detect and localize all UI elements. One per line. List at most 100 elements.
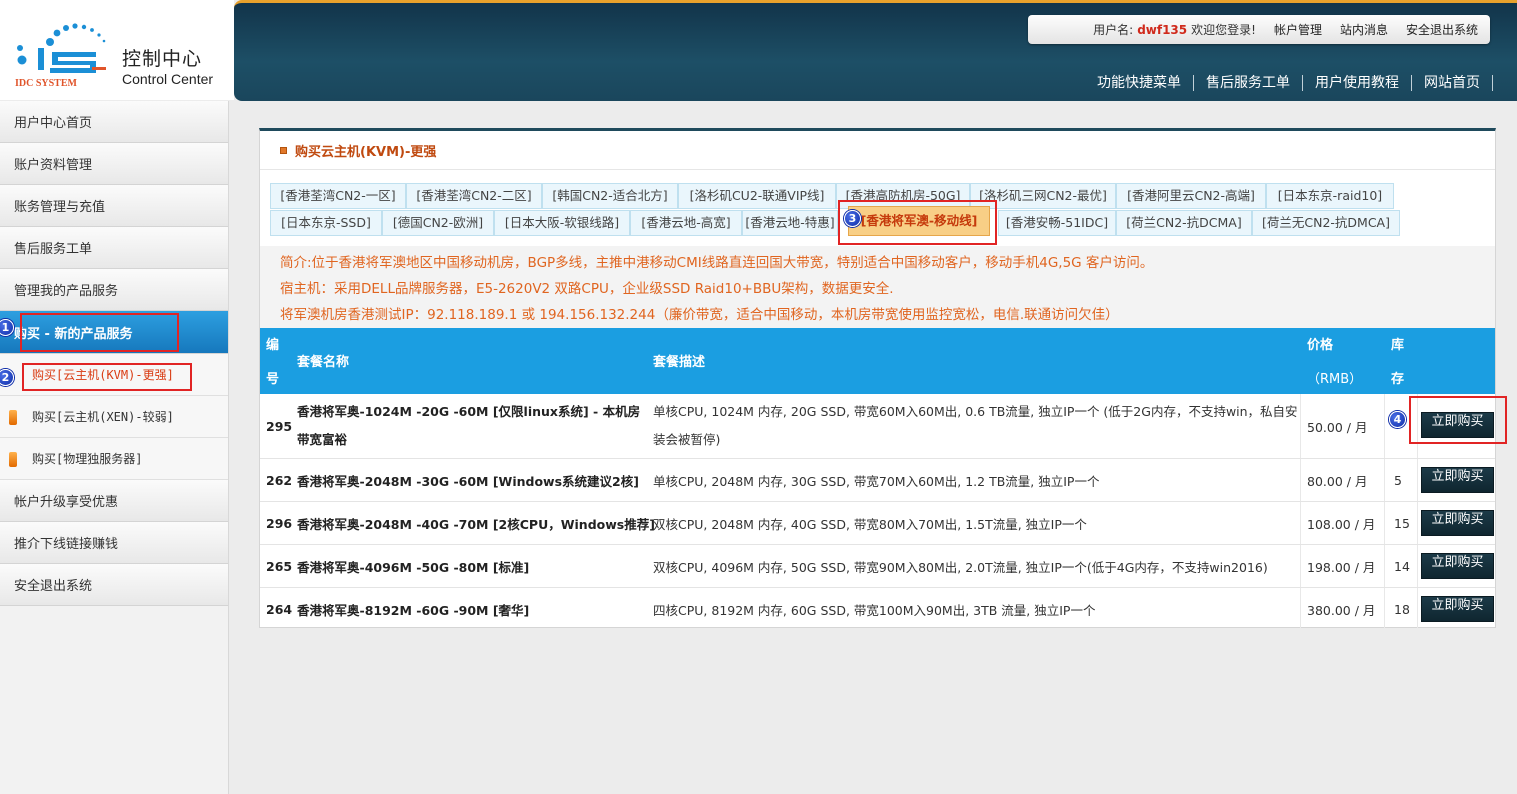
sidebar: 用户中心首页 账户资料管理 账务管理与充值 售后服务工单 管理我的产品服务 购买… xyxy=(0,101,229,794)
site-messages-link[interactable]: 站内消息 xyxy=(1340,21,1388,38)
header-package-name: 套餐名称 xyxy=(297,355,350,370)
buy-now-button[interactable]: 立即购买 xyxy=(1421,596,1494,622)
row-desc: 双核CPU, 4096M 内存, 50G SSD, 带宽90M入80M出, 2.… xyxy=(653,559,1268,575)
row-desc: 双核CPU, 2048M 内存, 40G SSD, 带宽80M入70M出, 1.… xyxy=(653,516,1087,532)
tab-osaka[interactable]: [日本大阪-软银线路] xyxy=(494,210,630,236)
tab-nl-no-cn2[interactable]: [荷兰无CN2-抗DMCA] xyxy=(1252,210,1400,236)
row-price: 80.00 / 月 xyxy=(1307,473,1368,489)
row-id: 265 xyxy=(266,558,293,574)
annotation-box-3 xyxy=(838,200,997,245)
user-info-bar: 用户名: dwf135 欢迎您登录! 帐户管理 站内消息 安全退出系统 xyxy=(1028,15,1490,44)
intro-line: 宿主机：采用DELL品牌服务器，E5-2620V2 双路CPU，企业级SSD R… xyxy=(280,281,894,297)
sidebar-sub-xen[interactable]: 购买[云主机(XEN)-较弱] xyxy=(0,396,228,438)
table-row: 265 香港将军奥-4096M -50G -80M [标准] 双核CPU, 40… xyxy=(260,545,1495,588)
tab-korea-cn2[interactable]: [韩国CN2-适合北方] xyxy=(542,183,678,209)
panel-header: 购买云主机(KVM)-更强 xyxy=(260,131,1495,170)
row-id: 295 xyxy=(266,418,293,434)
sidebar-item-support-ticket[interactable]: 售后服务工单 xyxy=(0,227,228,269)
row-price: 380.00 / 月 xyxy=(1307,602,1376,618)
tab-tokyo-ssd[interactable]: [日本东京-SSD] xyxy=(270,210,382,236)
top-bar: 用户名: dwf135 欢迎您登录! 帐户管理 站内消息 安全退出系统 功能快捷… xyxy=(234,0,1517,101)
sidebar-sub-dedicated[interactable]: 购买[物理独服务器] xyxy=(0,438,228,480)
buy-now-button[interactable]: 立即购买 xyxy=(1421,510,1494,536)
row-desc: 单核CPU, 1024M 内存, 20G SSD, 带宽60M入60M出, 0.… xyxy=(653,404,1298,447)
tab-nl-cn2[interactable]: [荷兰CN2-抗DCMA] xyxy=(1116,210,1252,236)
sidebar-item-logout[interactable]: 安全退出系统 xyxy=(0,564,228,606)
table-row: 295 香港将军奥-1024M -20G -60M [仅限linux系统] - … xyxy=(260,394,1495,459)
welcome-text: 欢迎您登录! xyxy=(1191,23,1256,37)
intro-line: 将军澳机房香港测试IP：92.118.189.1 或 194.156.132.2… xyxy=(280,307,1119,323)
sidebar-item-referral[interactable]: 推介下线链接赚钱 xyxy=(0,522,228,564)
row-desc: 四核CPU, 8192M 内存, 60G SSD, 带宽100M入90M出, 3… xyxy=(653,602,1096,618)
tab-hk-tsuen-wan-2[interactable]: [香港荃湾CN2-二区] xyxy=(406,183,542,209)
tab-la-cu2[interactable]: [洛杉矶CU2-联通VIP线] xyxy=(678,183,836,209)
logo-area: IDC SYSTEM 控制中心 Control Center xyxy=(0,0,234,100)
row-name: 香港将军奥-8192M -60G -90M [奢华] xyxy=(297,602,530,618)
intro-line: 简介:位于香港将军澳地区中国移动机房，BGP多线，主推中港移动CMI线路直连回国… xyxy=(280,255,1154,271)
row-desc: 单核CPU, 2048M 内存, 30G SSD, 带宽70M入60M出, 1.… xyxy=(653,473,1100,489)
table-row: 296 香港将军奥-2048M -40G -70M [2核CPU，Windows… xyxy=(260,502,1495,545)
header-id: 号 xyxy=(266,372,280,387)
table-row: 264 香港将军奥-8192M -60G -90M [奢华] 四核CPU, 81… xyxy=(260,588,1495,628)
tab-hk-tsuen-wan-1[interactable]: [香港荃湾CN2-一区] xyxy=(270,183,406,209)
svg-text:IDC SYSTEM: IDC SYSTEM xyxy=(15,78,78,89)
header-price: 价格 xyxy=(1307,338,1334,353)
sidebar-sub-label: 购买[物理独服务器] xyxy=(32,452,143,466)
header-price-unit: （RMB） xyxy=(1307,372,1363,387)
panel-title: 购买云主机(KVM)-更强 xyxy=(295,144,437,160)
row-id: 262 xyxy=(266,472,293,488)
tab-germany-cn2[interactable]: [德国CN2-欧洲] xyxy=(382,210,494,236)
annotation-box-2 xyxy=(22,363,192,391)
annotation-badge-4: 4 xyxy=(1389,411,1406,428)
brand-subtitle: Control Center xyxy=(122,71,214,87)
region-intro: 简介:位于香港将军澳地区中国移动机房，BGP多线，主推中港移动CMI线路直连回国… xyxy=(260,246,1495,328)
annotation-box-4 xyxy=(1409,396,1507,444)
header-package-desc: 套餐描述 xyxy=(653,355,706,370)
row-price: 50.00 / 月 xyxy=(1307,419,1368,435)
idc-system-logo-icon: IDC SYSTEM xyxy=(15,23,106,89)
buy-now-button[interactable]: 立即购买 xyxy=(1421,467,1494,493)
annotation-box-1 xyxy=(20,313,179,352)
logout-link[interactable]: 安全退出系统 xyxy=(1406,21,1478,38)
row-stock: 5 xyxy=(1394,472,1402,488)
annotation-badge-3: 3 xyxy=(844,210,861,227)
header-id: 编 xyxy=(266,338,280,353)
username-label: 用户名: xyxy=(1093,23,1134,37)
sidebar-item-upgrade[interactable]: 帐户升级享受优惠 xyxy=(0,480,228,522)
phone-icon xyxy=(9,410,17,425)
phone-icon xyxy=(9,452,17,467)
buy-now-button[interactable]: 立即购买 xyxy=(1421,553,1494,579)
top-nav: 功能快捷菜单 售后服务工单 用户使用教程 网站首页 xyxy=(1085,75,1493,91)
sidebar-item-account-profile[interactable]: 账户资料管理 xyxy=(0,143,228,185)
row-price: 198.00 / 月 xyxy=(1307,559,1376,575)
row-id: 264 xyxy=(266,601,293,617)
brand-title: 控制中心 xyxy=(122,48,203,70)
username: dwf135 xyxy=(1137,22,1188,37)
row-stock: 15 xyxy=(1394,515,1410,531)
row-stock: 14 xyxy=(1394,558,1410,574)
tab-tokyo-raid10[interactable]: [日本东京-raid10] xyxy=(1266,183,1394,209)
row-stock: 18 xyxy=(1394,601,1410,617)
row-name: 香港将军奥-4096M -50G -80M [标准] xyxy=(297,559,530,575)
sidebar-item-user-home[interactable]: 用户中心首页 xyxy=(0,101,228,143)
nav-site-home[interactable]: 网站首页 xyxy=(1412,75,1493,91)
sidebar-item-my-products[interactable]: 管理我的产品服务 xyxy=(0,269,228,311)
row-id: 296 xyxy=(266,515,293,531)
row-price: 108.00 / 月 xyxy=(1307,516,1376,532)
sidebar-sub-label: 购买[云主机(XEN)-较弱] xyxy=(32,410,174,424)
account-manage-link[interactable]: 帐户管理 xyxy=(1274,21,1322,38)
row-name: 香港将军奥-2048M -30G -60M [Windows系统建议2核] xyxy=(297,473,639,489)
square-bullet-icon xyxy=(280,146,287,154)
tab-hk-yundi-discount[interactable]: [香港云地-特惠] xyxy=(742,210,838,236)
table-header: 编 号 套餐名称 套餐描述 价格 （RMB） 库 存 xyxy=(260,328,1495,394)
header-stock: 存 xyxy=(1391,372,1405,387)
tab-hk-anchang[interactable]: [香港安畅-51IDC] xyxy=(998,210,1116,236)
tab-hk-yundi-wide[interactable]: [香港云地-高宽] xyxy=(630,210,742,236)
nav-support-ticket[interactable]: 售后服务工单 xyxy=(1194,75,1303,91)
nav-quick-menu[interactable]: 功能快捷菜单 xyxy=(1085,75,1194,91)
nav-user-guide[interactable]: 用户使用教程 xyxy=(1303,75,1412,91)
table-row: 262 香港将军奥-2048M -30G -60M [Windows系统建议2核… xyxy=(260,459,1495,502)
row-name: 香港将军奥-2048M -40G -70M [2核CPU，Windows推荐] xyxy=(297,516,655,532)
sidebar-item-billing[interactable]: 账务管理与充值 xyxy=(0,185,228,227)
tab-hk-aliyun[interactable]: [香港阿里云CN2-高端] xyxy=(1116,183,1266,209)
